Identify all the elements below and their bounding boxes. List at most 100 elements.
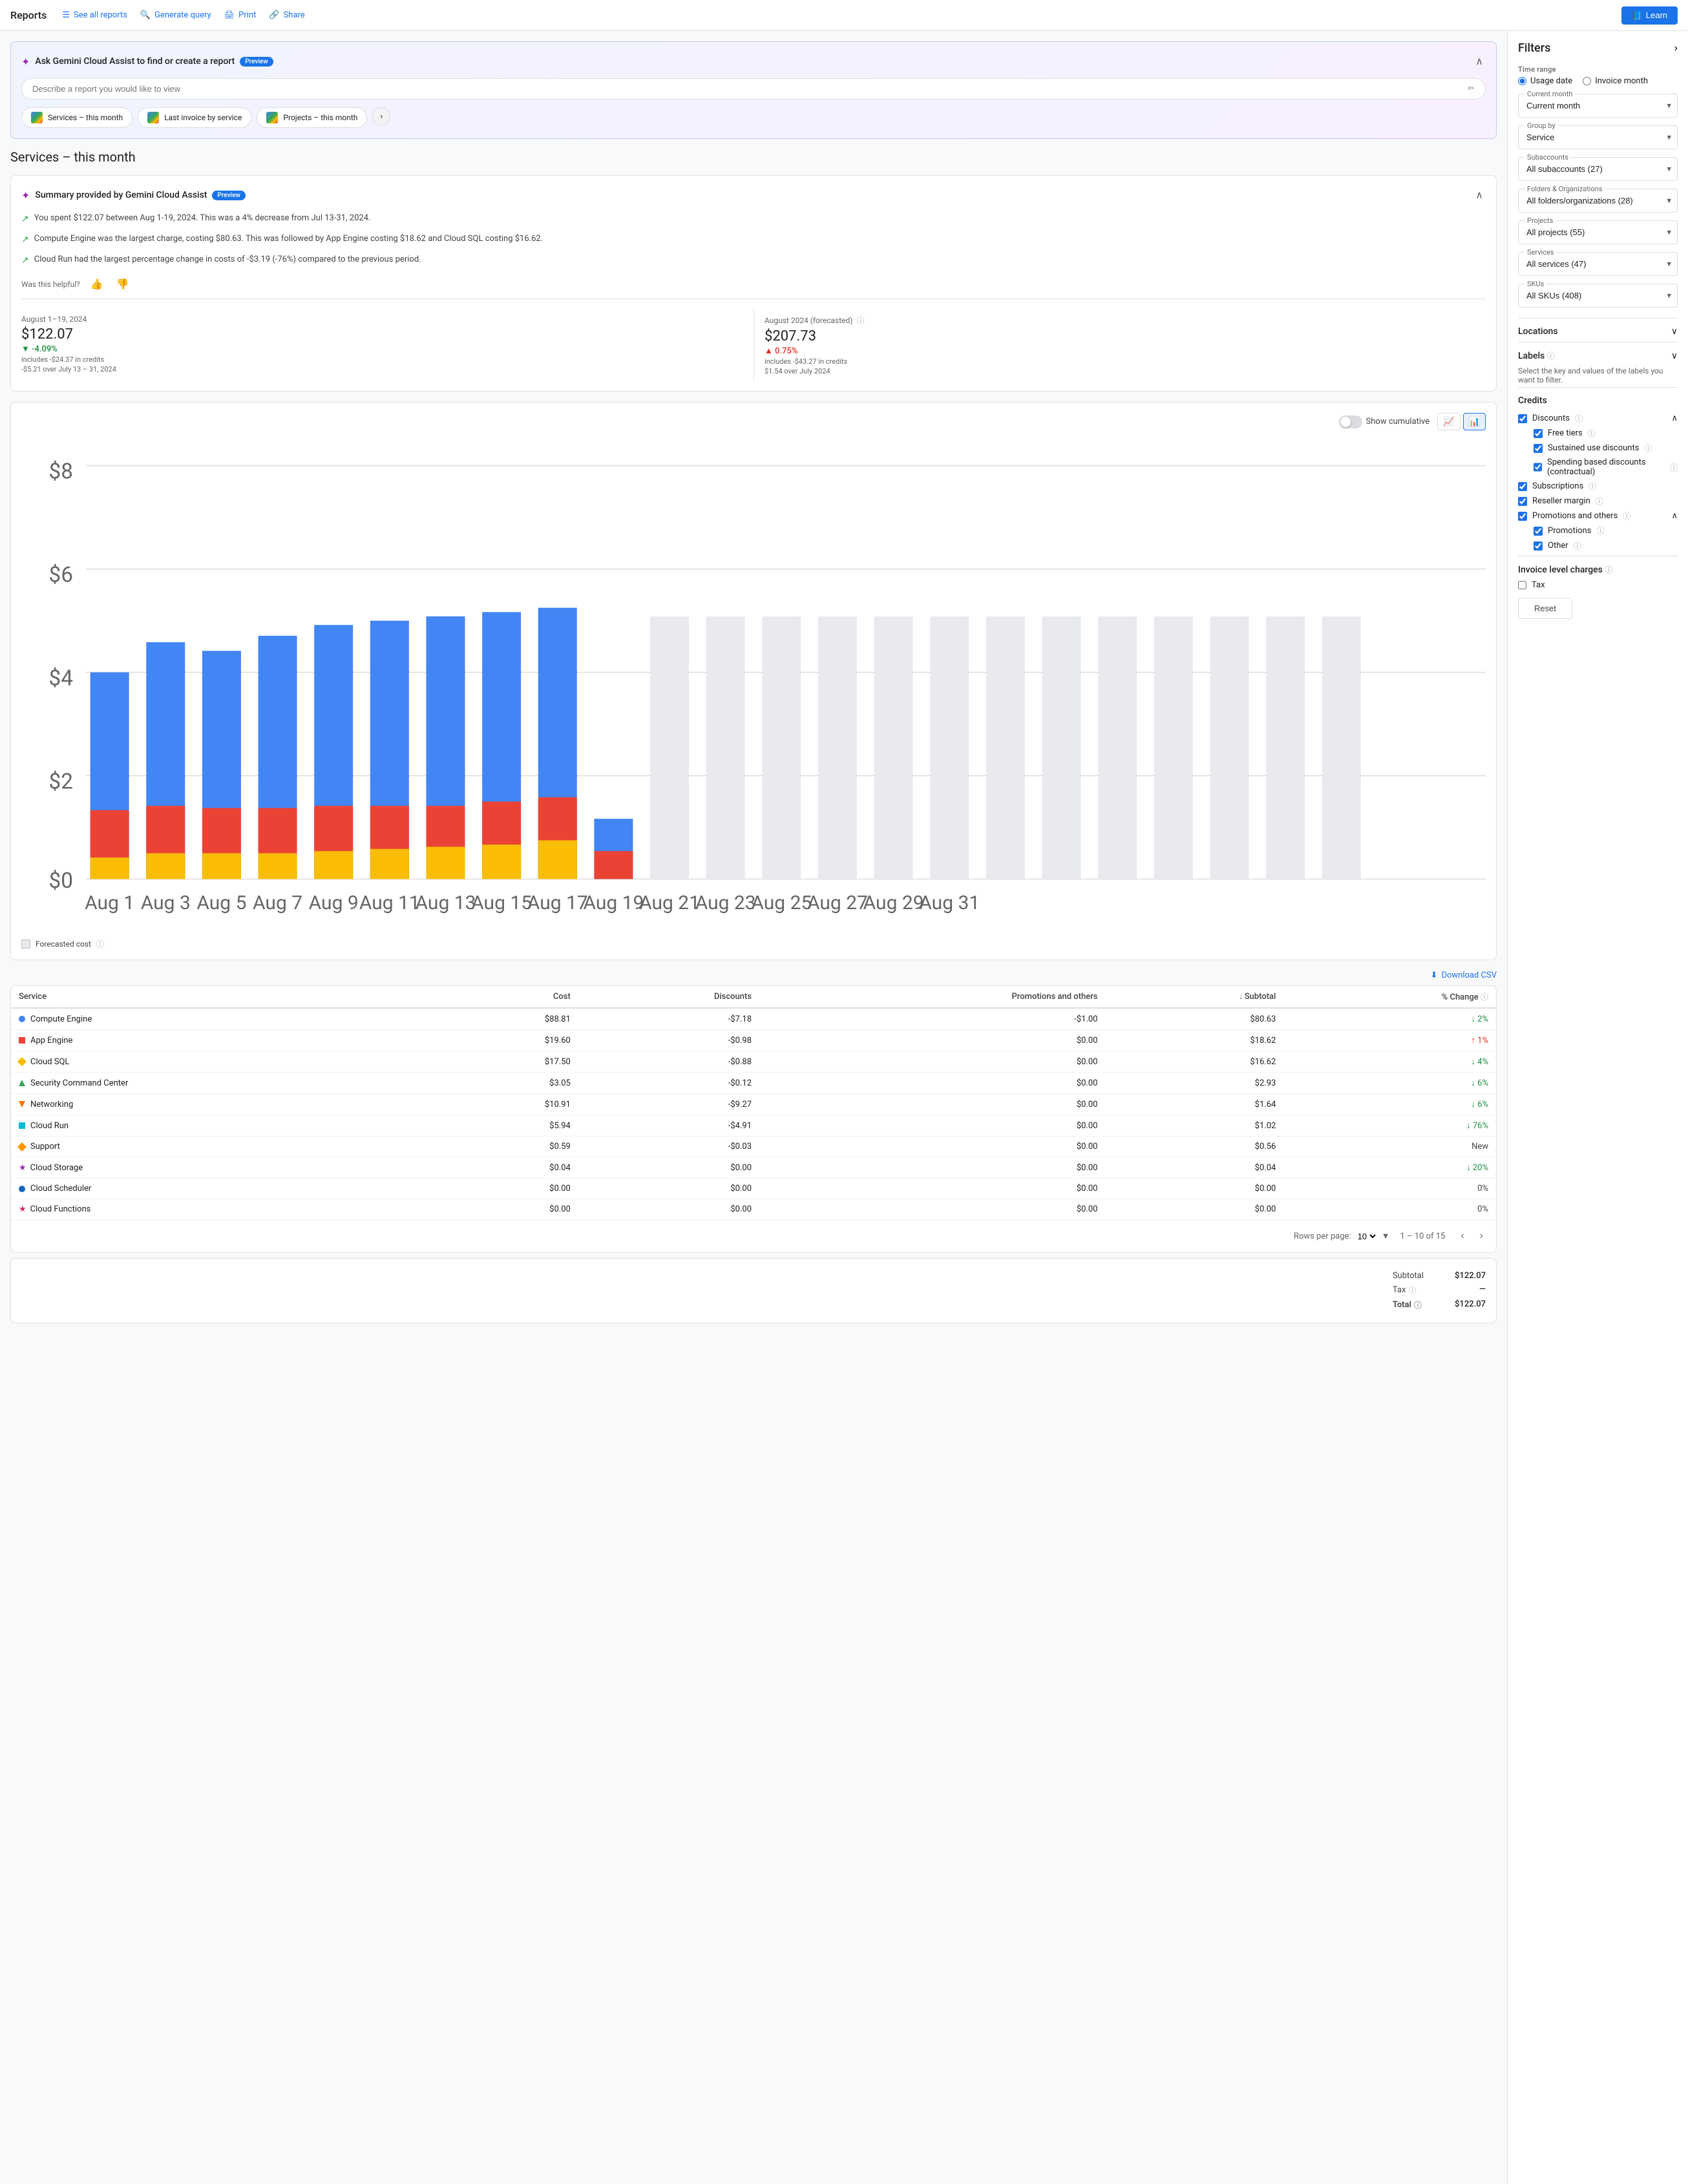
tax-checkbox[interactable] [1518,581,1526,589]
group-by-label: Group by [1524,121,1558,130]
subscriptions-info-icon[interactable]: ⓘ [1588,481,1596,492]
subscriptions-checkbox[interactable] [1518,482,1527,491]
share-link[interactable]: 🔗 Share [269,10,304,20]
table-header: Service Cost Discounts Promotions and ot… [11,986,1496,1008]
promotions-collapse-icon[interactable]: ∧ [1671,511,1678,521]
change-info-icon[interactable]: ⓘ [1481,992,1488,1002]
invoice-month-radio[interactable] [1583,77,1591,85]
labels-header[interactable]: Labels ⓘ ∨ [1518,350,1678,361]
thumbs-up-button[interactable]: 👍 [88,275,106,293]
line-chart-button[interactable]: 📈 [1437,413,1460,430]
filters-sidebar: Filters › Time range Usage date Invoice … [1507,31,1688,2184]
toggle-switch[interactable] [1339,415,1362,428]
gemini-title: ✦ Ask Gemini Cloud Assist to find or cre… [21,56,273,68]
gemini-bar: ✦ Ask Gemini Cloud Assist to find or cre… [10,41,1497,139]
bar-chart-button[interactable]: 📊 [1463,413,1486,430]
usage-date-radio[interactable] [1518,77,1526,85]
gcp-icon-3 [266,112,278,123]
discounts-cell: -$7.18 [578,1008,759,1030]
discounts-collapse-icon[interactable]: ∧ [1671,414,1678,423]
total-info-icon[interactable]: ⓘ [1414,1299,1422,1310]
discounts-cell: $0.00 [578,1157,759,1179]
cost-cell: $5.94 [438,1115,578,1137]
show-cumulative-toggle[interactable]: Show cumulative [1339,415,1430,428]
change-cell: New [1283,1137,1496,1157]
free-tiers-checkbox[interactable] [1534,429,1543,438]
filters-expand-button[interactable]: › [1674,43,1678,54]
summary-header: ✦ Summary provided by Gemini Cloud Assis… [21,186,1486,204]
other-info-icon[interactable]: ⓘ [1574,540,1581,551]
sustained-use-checkbox[interactable] [1534,444,1543,453]
gemini-header: ✦ Ask Gemini Cloud Assist to find or cre… [21,52,1486,70]
table-row: App Engine $19.60 -$0.98 $0.00 $18.62 ↑ … [11,1030,1496,1051]
labels-info-icon[interactable]: ⓘ [1547,352,1555,361]
summary-collapse-button[interactable]: ∧ [1473,186,1486,204]
invoice-month-option[interactable]: Invoice month [1583,76,1648,86]
search-icon: 🔍 [140,10,151,20]
see-all-reports-link[interactable]: ☰ See all reports [62,10,127,20]
thumbs-down-button[interactable]: 👎 [114,275,132,293]
chip-last-invoice[interactable]: Last invoice by service [138,107,251,128]
current-month-wrap: Current month Current month ▾ [1518,94,1678,118]
generate-query-link[interactable]: 🔍 Generate query [140,10,211,20]
next-page-button[interactable]: › [1475,1228,1488,1244]
learn-button[interactable]: 📘 Learn [1621,6,1678,25]
discounts-info-icon[interactable]: ⓘ [1575,413,1583,424]
table-row: ★ Cloud Functions $0.00 $0.00 $0.00 $0.0… [11,1199,1496,1220]
usage-date-option[interactable]: Usage date [1518,76,1572,86]
gemini-collapse-button[interactable]: ∧ [1473,52,1486,70]
service-cell: Support [11,1137,438,1157]
tax-info-icon[interactable]: ⓘ [1408,1285,1416,1296]
subaccounts-wrap: Subaccounts All subaccounts (27) ▾ [1518,157,1678,181]
subtotal-value: $122.07 [1455,1271,1486,1281]
promotions-info-icon[interactable]: ⓘ [1596,525,1604,536]
labels-section: Labels ⓘ ∨ Select the key and values of … [1518,342,1678,384]
locations-header[interactable]: Locations ∨ [1518,326,1678,337]
service-cell: ★ Cloud Functions [11,1199,438,1220]
chart-controls: Show cumulative 📈 📊 [21,413,1486,430]
metric-forecasted-label: August 2024 (forecasted) ⓘ [765,315,1475,326]
promotions-checkbox[interactable] [1534,527,1543,536]
reseller-margin-checkbox[interactable] [1518,497,1527,506]
invoice-charges-info-icon[interactable]: ⓘ [1605,565,1612,574]
spending-based-info-icon[interactable]: ⓘ [1670,462,1678,473]
reseller-margin-info-icon[interactable]: ⓘ [1596,496,1603,507]
nav-links: ☰ See all reports 🔍 Generate query 🖨 Pri… [62,10,304,20]
promotions-others-checkbox[interactable] [1518,512,1527,521]
service-cell: Security Command Center [11,1073,438,1094]
report-chips: Services – this month Last invoice by se… [21,107,1486,128]
gcp-icon-2 [147,112,159,123]
chip-scroll-right[interactable]: › [372,107,390,125]
discounts-checkbox[interactable] [1518,414,1527,423]
chip-services-month[interactable]: Services – this month [21,107,132,128]
forecasted-info-icon[interactable]: ⓘ [856,315,864,326]
promo-cell: $0.00 [759,1094,1105,1115]
chip-projects-month[interactable]: Projects – this month [257,107,367,128]
spending-based-checkbox[interactable] [1534,463,1542,472]
promotions-others-info-icon[interactable]: ⓘ [1623,510,1630,521]
gemini-input-wrap[interactable]: ✏ [21,78,1486,100]
table-row: Security Command Center $3.05 -$0.12 $0.… [11,1073,1496,1094]
print-link[interactable]: 🖨 Print [224,10,257,20]
prev-page-button[interactable]: ‹ [1455,1228,1469,1244]
reset-button[interactable]: Reset [1518,598,1572,619]
gemini-search-input[interactable] [32,84,1468,94]
download-csv-link[interactable]: ⬇ Download CSV [1431,971,1497,980]
discounts-cell: $0.00 [578,1199,759,1220]
svg-text:Aug 21: Aug 21 [639,892,700,914]
totals-subtotal-row: Subtotal $122.07 [1393,1269,1486,1283]
pagination-row: Rows per page: 10 25 50 ▼ 1 – 10 of 15 ‹… [11,1220,1496,1252]
page-range: 1 – 10 of 15 [1400,1232,1445,1241]
invoice-charges-section: Invoice level charges ⓘ Tax [1518,556,1678,590]
discounts-cell: -$0.88 [578,1051,759,1073]
sustained-use-info-icon[interactable]: ⓘ [1644,443,1652,454]
cost-cell: $19.60 [438,1030,578,1051]
metric-forecasted-sub2: $1.54 over July 2024 [765,367,1475,375]
forecast-box-icon [21,940,30,949]
services-label: Services [1524,248,1556,257]
summary-title: ✦ Summary provided by Gemini Cloud Assis… [21,189,246,202]
rows-per-page-select[interactable]: 10 25 50 [1355,1231,1378,1242]
other-checkbox[interactable] [1534,541,1543,551]
free-tiers-info-icon[interactable]: ⓘ [1588,428,1596,439]
forecast-info-icon[interactable]: ⓘ [96,938,104,949]
